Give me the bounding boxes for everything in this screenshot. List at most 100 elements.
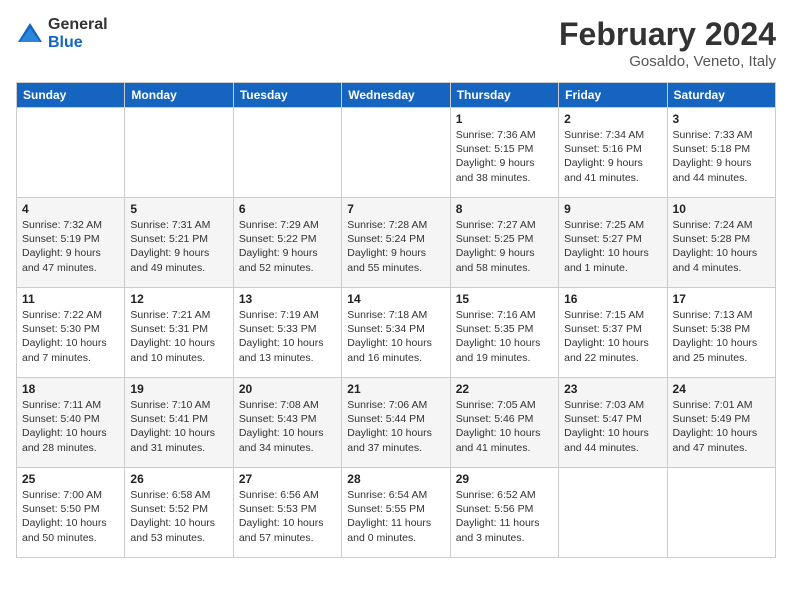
logo: General Blue [16, 16, 108, 51]
day-number: 21 [347, 382, 444, 396]
calendar-day-cell: 26 Sunrise: 6:58 AM Sunset: 5:52 PM Dayli… [125, 468, 233, 558]
page-header: General Blue February 2024 Gosaldo, Vene… [16, 16, 776, 70]
day-info: Sunrise: 7:08 AM Sunset: 5:43 PM Dayligh… [239, 398, 336, 455]
day-info: Sunrise: 7:33 AM Sunset: 5:18 PM Dayligh… [673, 128, 770, 185]
calendar-day-cell: 21 Sunrise: 7:06 AM Sunset: 5:44 PM Dayli… [342, 378, 450, 468]
calendar-day-cell [342, 108, 450, 198]
calendar-day-cell: 17Sunrise: 7:13 AM Sunset: 5:38 PM Dayli… [667, 288, 775, 378]
day-info: Sunrise: 7:34 AM Sunset: 5:16 PM Dayligh… [564, 128, 661, 185]
day-info: Sunrise: 7:24 AM Sunset: 5:28 PM Dayligh… [673, 218, 770, 275]
day-number: 29 [456, 472, 553, 486]
day-number: 8 [456, 202, 553, 216]
calendar-day-cell: 13Sunrise: 7:19 AM Sunset: 5:33 PM Dayli… [233, 288, 341, 378]
calendar-week-row: 4Sunrise: 7:32 AM Sunset: 5:19 PM Daylig… [17, 198, 776, 288]
calendar-day-cell: 5 Sunrise: 7:31 AM Sunset: 5:21 PM Daylig… [125, 198, 233, 288]
calendar-week-row: 25 Sunrise: 7:00 AM Sunset: 5:50 PM Dayli… [17, 468, 776, 558]
day-number: 25 [22, 472, 119, 486]
day-info: Sunrise: 7:22 AM Sunset: 5:30 PM Dayligh… [22, 308, 119, 365]
calendar-week-row: 18 Sunrise: 7:11 AM Sunset: 5:40 PM Dayli… [17, 378, 776, 468]
day-number: 9 [564, 202, 661, 216]
calendar-day-cell: 1 Sunrise: 7:36 AM Sunset: 5:15 PM Daylig… [450, 108, 558, 198]
day-number: 16 [564, 292, 661, 306]
col-header-sunday: Sunday [17, 83, 125, 108]
day-info: Sunrise: 7:05 AM Sunset: 5:46 PM Dayligh… [456, 398, 553, 455]
calendar-day-cell: 29 Sunrise: 6:52 AM Sunset: 5:56 PM Dayli… [450, 468, 558, 558]
day-number: 19 [130, 382, 227, 396]
calendar-day-cell: 23 Sunrise: 7:03 AM Sunset: 5:47 PM Dayli… [559, 378, 667, 468]
day-number: 28 [347, 472, 444, 486]
day-info: Sunrise: 7:06 AM Sunset: 5:44 PM Dayligh… [347, 398, 444, 455]
calendar-day-cell: 22Sunrise: 7:05 AM Sunset: 5:46 PM Dayli… [450, 378, 558, 468]
calendar-header-row: SundayMondayTuesdayWednesdayThursdayFrid… [17, 83, 776, 108]
day-number: 1 [456, 112, 553, 126]
calendar-day-cell [233, 108, 341, 198]
day-number: 5 [130, 202, 227, 216]
calendar-day-cell: 15 Sunrise: 7:16 AM Sunset: 5:35 PM Dayli… [450, 288, 558, 378]
calendar-day-cell [125, 108, 233, 198]
calendar-week-row: 1 Sunrise: 7:36 AM Sunset: 5:15 PM Daylig… [17, 108, 776, 198]
day-number: 24 [673, 382, 770, 396]
day-info: Sunrise: 7:31 AM Sunset: 5:21 PM Dayligh… [130, 218, 227, 275]
calendar-day-cell: 19 Sunrise: 7:10 AM Sunset: 5:41 PM Dayli… [125, 378, 233, 468]
calendar-day-cell: 18 Sunrise: 7:11 AM Sunset: 5:40 PM Dayli… [17, 378, 125, 468]
day-info: Sunrise: 7:29 AM Sunset: 5:22 PM Dayligh… [239, 218, 336, 275]
col-header-thursday: Thursday [450, 83, 558, 108]
day-number: 3 [673, 112, 770, 126]
month-title: February 2024 [559, 16, 776, 53]
day-info: Sunrise: 6:56 AM Sunset: 5:53 PM Dayligh… [239, 488, 336, 545]
day-number: 10 [673, 202, 770, 216]
title-block: February 2024 Gosaldo, Veneto, Italy [559, 16, 776, 70]
col-header-friday: Friday [559, 83, 667, 108]
day-info: Sunrise: 6:52 AM Sunset: 5:56 PM Dayligh… [456, 488, 553, 545]
day-number: 11 [22, 292, 119, 306]
calendar-day-cell: 11 Sunrise: 7:22 AM Sunset: 5:30 PM Dayli… [17, 288, 125, 378]
day-info: Sunrise: 7:32 AM Sunset: 5:19 PM Dayligh… [22, 218, 119, 275]
calendar-day-cell: 20 Sunrise: 7:08 AM Sunset: 5:43 PM Dayli… [233, 378, 341, 468]
day-number: 12 [130, 292, 227, 306]
calendar-day-cell: 14 Sunrise: 7:18 AM Sunset: 5:34 PM Dayli… [342, 288, 450, 378]
day-number: 26 [130, 472, 227, 486]
day-number: 18 [22, 382, 119, 396]
calendar-day-cell: 4Sunrise: 7:32 AM Sunset: 5:19 PM Daylig… [17, 198, 125, 288]
day-info: Sunrise: 7:10 AM Sunset: 5:41 PM Dayligh… [130, 398, 227, 455]
calendar-day-cell [667, 468, 775, 558]
calendar-day-cell: 28 Sunrise: 6:54 AM Sunset: 5:55 PM Dayli… [342, 468, 450, 558]
day-info: Sunrise: 7:01 AM Sunset: 5:49 PM Dayligh… [673, 398, 770, 455]
calendar-day-cell: 16Sunrise: 7:15 AM Sunset: 5:37 PM Dayli… [559, 288, 667, 378]
day-info: Sunrise: 7:00 AM Sunset: 5:50 PM Dayligh… [22, 488, 119, 545]
calendar-table: SundayMondayTuesdayWednesdayThursdayFrid… [16, 82, 776, 558]
day-number: 7 [347, 202, 444, 216]
day-info: Sunrise: 7:36 AM Sunset: 5:15 PM Dayligh… [456, 128, 553, 185]
day-info: Sunrise: 6:54 AM Sunset: 5:55 PM Dayligh… [347, 488, 444, 545]
day-info: Sunrise: 7:11 AM Sunset: 5:40 PM Dayligh… [22, 398, 119, 455]
day-number: 20 [239, 382, 336, 396]
calendar-day-cell: 27 Sunrise: 6:56 AM Sunset: 5:53 PM Dayli… [233, 468, 341, 558]
logo-icon [16, 20, 44, 48]
day-info: Sunrise: 7:28 AM Sunset: 5:24 PM Dayligh… [347, 218, 444, 275]
logo-blue-label: Blue [48, 34, 108, 52]
calendar-day-cell: 7 Sunrise: 7:28 AM Sunset: 5:24 PM Daylig… [342, 198, 450, 288]
calendar-day-cell: 9 Sunrise: 7:25 AM Sunset: 5:27 PM Daylig… [559, 198, 667, 288]
day-info: Sunrise: 7:16 AM Sunset: 5:35 PM Dayligh… [456, 308, 553, 365]
calendar-day-cell: 25 Sunrise: 7:00 AM Sunset: 5:50 PM Dayli… [17, 468, 125, 558]
day-number: 17 [673, 292, 770, 306]
col-header-saturday: Saturday [667, 83, 775, 108]
logo-text: General Blue [48, 16, 108, 51]
calendar-day-cell: 10 Sunrise: 7:24 AM Sunset: 5:28 PM Dayli… [667, 198, 775, 288]
col-header-tuesday: Tuesday [233, 83, 341, 108]
calendar-day-cell: 24 Sunrise: 7:01 AM Sunset: 5:49 PM Dayli… [667, 378, 775, 468]
day-number: 15 [456, 292, 553, 306]
day-number: 6 [239, 202, 336, 216]
calendar-day-cell [17, 108, 125, 198]
day-info: Sunrise: 7:18 AM Sunset: 5:34 PM Dayligh… [347, 308, 444, 365]
day-number: 23 [564, 382, 661, 396]
day-number: 27 [239, 472, 336, 486]
day-number: 14 [347, 292, 444, 306]
day-info: Sunrise: 7:03 AM Sunset: 5:47 PM Dayligh… [564, 398, 661, 455]
calendar-day-cell: 8Sunrise: 7:27 AM Sunset: 5:25 PM Daylig… [450, 198, 558, 288]
day-number: 2 [564, 112, 661, 126]
day-info: Sunrise: 7:25 AM Sunset: 5:27 PM Dayligh… [564, 218, 661, 275]
day-info: Sunrise: 6:58 AM Sunset: 5:52 PM Dayligh… [130, 488, 227, 545]
location-label: Gosaldo, Veneto, Italy [559, 53, 776, 70]
col-header-wednesday: Wednesday [342, 83, 450, 108]
